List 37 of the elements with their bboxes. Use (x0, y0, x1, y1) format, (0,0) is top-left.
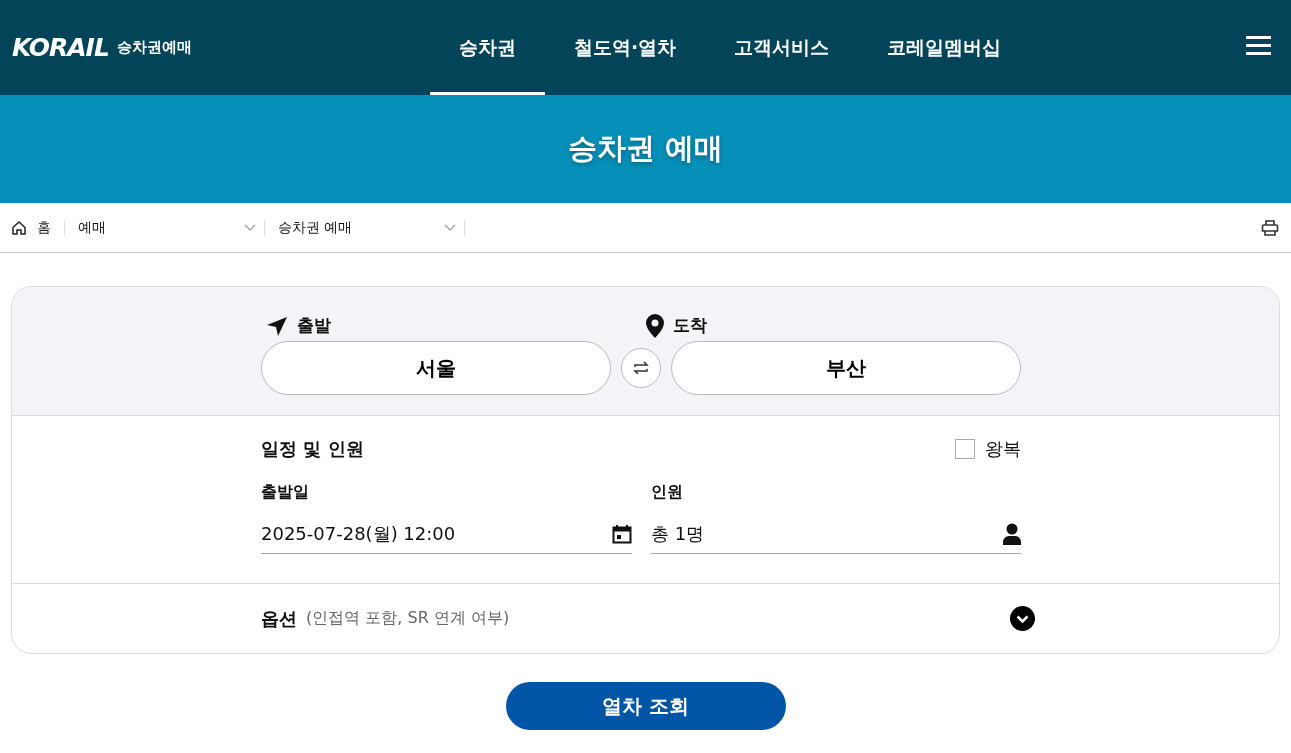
departure-label: 출발 (297, 314, 331, 337)
home-label: 홈 (37, 218, 51, 237)
location-pin-icon (646, 313, 664, 338)
arrival-station-field[interactable]: 부산 (671, 341, 1021, 395)
home-link[interactable]: 홈 (11, 220, 65, 235)
swap-arrows-icon (632, 359, 650, 377)
chevron-circle-icon (1010, 606, 1035, 631)
departure-station-field[interactable]: 서울 (261, 341, 611, 395)
passengers-label: 인원 (651, 482, 684, 503)
nav-tab[interactable]: 철도역·열차 (545, 0, 706, 95)
nav-tab[interactable]: 코레일멤버십 (858, 0, 1031, 95)
menu-icon[interactable] (1246, 36, 1271, 55)
options-toggle[interactable] (1010, 606, 1035, 631)
print-icon[interactable] (1261, 218, 1279, 237)
round-trip-checkbox[interactable] (955, 439, 975, 459)
logo-wordmark[interactable]: KORAIL (12, 33, 109, 62)
chevron-down-icon (444, 223, 456, 232)
passengers-field[interactable]: 총 1명 (651, 515, 1021, 554)
nav-tab[interactable]: 고객서비스 (705, 0, 859, 95)
navigation-arrow-icon (266, 315, 288, 336)
home-icon (11, 219, 27, 236)
search-trains-button[interactable]: 열차 조회 (505, 682, 786, 730)
logo-subtitle: 승차권예매 (116, 38, 192, 57)
options-hint: (인접역 포함, SR 연계 여부) (306, 608, 510, 629)
breadcrumb-dropdown[interactable]: 승차권 예매 (265, 219, 465, 236)
date-label: 출발일 (261, 482, 310, 503)
calendar-icon (612, 524, 632, 544)
date-field[interactable]: 2025-07-28(월) 12:00 (261, 515, 632, 554)
chevron-down-icon (244, 223, 256, 232)
section-title: 일정 및 인원 (261, 437, 364, 461)
round-trip-label: 왕복 (985, 437, 1021, 461)
options-title: 옵션 (261, 606, 297, 631)
arrival-label: 도착 (673, 314, 707, 337)
page-title: 승차권 예매 (567, 130, 724, 167)
person-icon (1003, 523, 1021, 545)
breadcrumb-dropdown[interactable]: 예매 (65, 219, 265, 236)
swap-button[interactable] (621, 348, 661, 388)
